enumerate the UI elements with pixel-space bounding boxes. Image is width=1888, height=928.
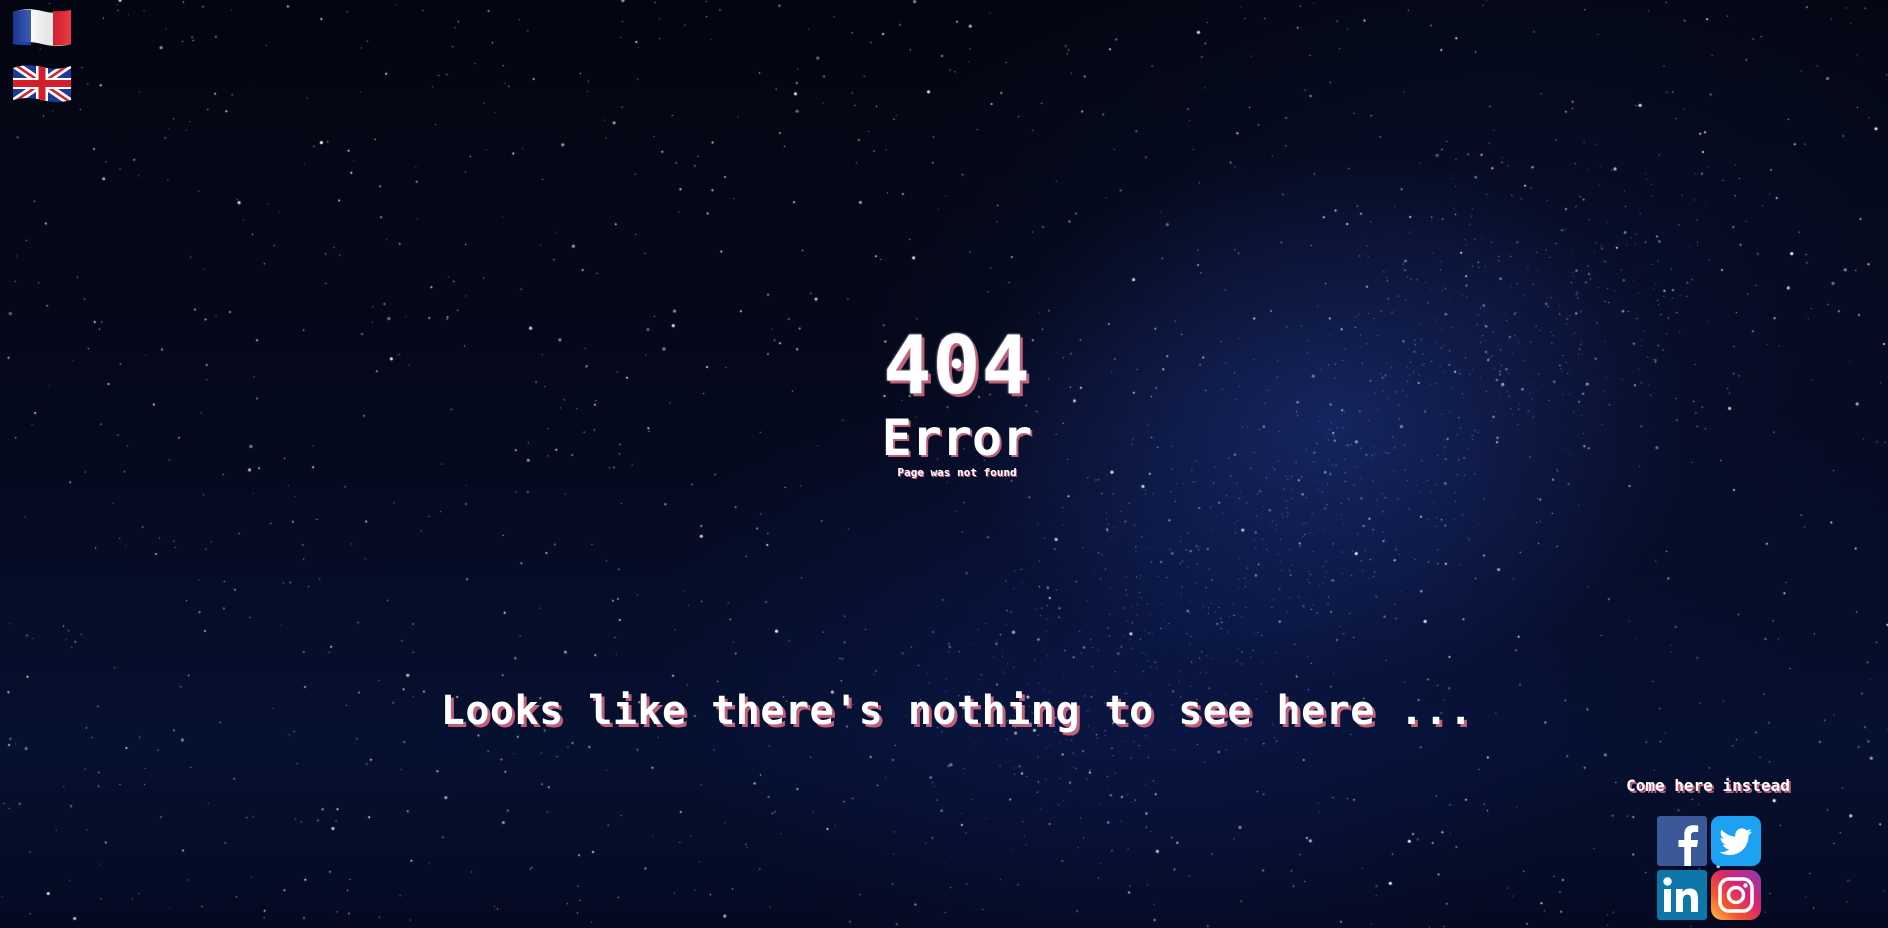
nothing-here-message: Looks like there's nothing to see here .… (440, 688, 1474, 734)
social-links: Come here instead (1600, 776, 1810, 920)
social-heading: Come here instead (1626, 776, 1790, 795)
error-subtitle: Page was not found (897, 466, 1017, 479)
instagram-icon[interactable] (1711, 870, 1761, 920)
social-icons-grid (1657, 816, 1763, 924)
linkedin-icon[interactable] (1657, 870, 1707, 920)
error-page: 404 Error Page was not found Looks like … (0, 0, 1888, 928)
facebook-icon[interactable] (1657, 816, 1707, 866)
twitter-icon[interactable] (1711, 816, 1761, 866)
error-block: 404 Error Page was not found (0, 320, 1888, 480)
error-code: 404 (883, 319, 1031, 412)
french-flag-icon[interactable] (11, 6, 73, 48)
error-title: Error (881, 409, 1033, 467)
uk-flag-icon[interactable] (11, 62, 73, 104)
